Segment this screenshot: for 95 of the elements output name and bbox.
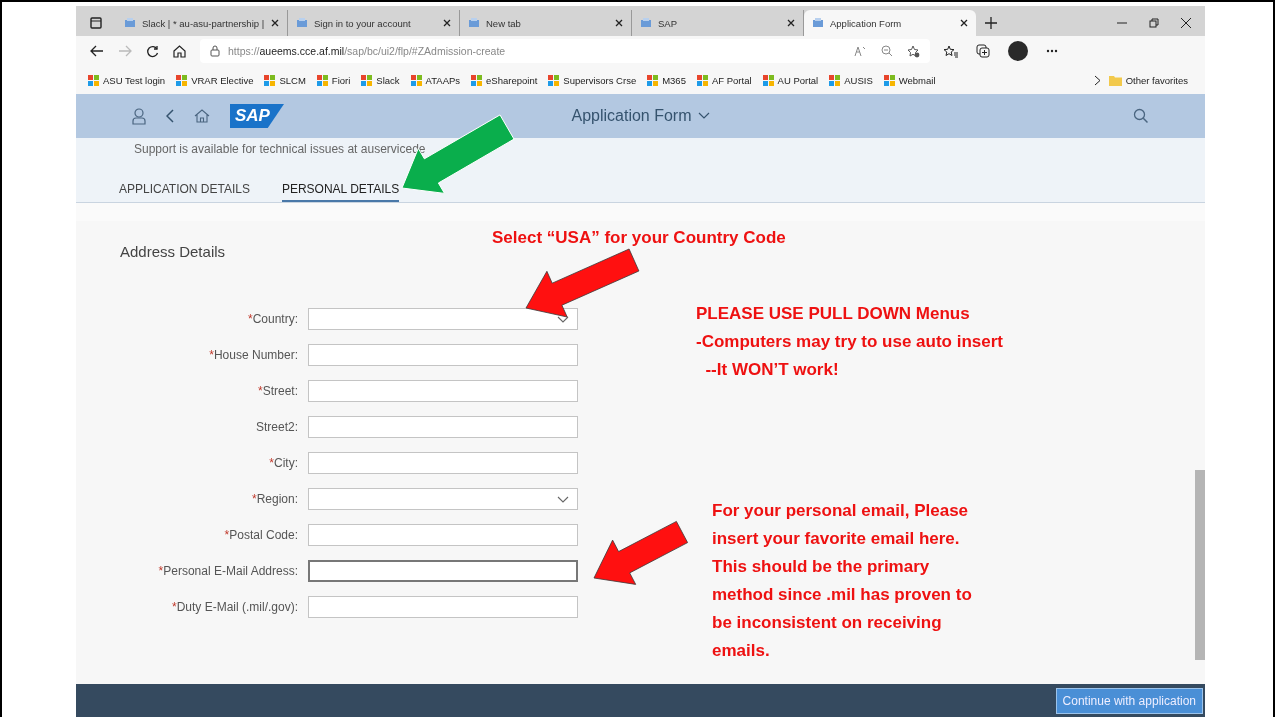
more-icon[interactable] [1046, 49, 1058, 53]
site-icon [124, 17, 136, 29]
site-icon [471, 74, 483, 86]
annotation-text: For your personal email, Please [712, 500, 970, 522]
field-label: *City: [268, 456, 298, 470]
annotation-text: Select “USA” for your Country Code [492, 227, 786, 249]
url-text: https://aueems.cce.af.mil/sap/bc/ui2/flp/#ZAdmission-create [228, 45, 506, 57]
favorite-link[interactable]: Webmail [883, 74, 936, 86]
input-field[interactable] [308, 560, 578, 582]
avatar[interactable] [1008, 41, 1028, 61]
input-field[interactable] [308, 416, 578, 438]
collections-icon[interactable] [976, 44, 990, 58]
annotation-text: --It WON’T work! [704, 359, 840, 381]
field-label: *House Number: [208, 348, 298, 362]
dropdown-field[interactable] [308, 488, 578, 510]
zoom-out-icon[interactable] [881, 44, 893, 57]
site-icon [361, 74, 373, 86]
field-label: *Country: [246, 312, 298, 326]
dropdown-field[interactable] [308, 308, 578, 330]
input-field[interactable] [308, 344, 578, 366]
favorite-link[interactable]: VRAR Elective [176, 74, 254, 86]
site-icon [640, 17, 652, 29]
favorite-link[interactable]: Fiori [316, 74, 351, 86]
annotation-text: method since .mil has proven to [712, 584, 972, 606]
logo[interactable]: SAP [230, 104, 284, 128]
user-icon[interactable] [132, 107, 146, 125]
favorite-link[interactable]: AU Portal [762, 74, 819, 86]
home-icon[interactable] [173, 44, 186, 58]
annotation-text: -Computers may try to use auto insert [696, 331, 1003, 353]
close-icon[interactable] [1181, 18, 1191, 28]
address-bar[interactable]: https://aueems.cce.af.mil/sap/bc/ui2/flp/#ZAdmission-create [200, 39, 930, 63]
chevron-down-icon [557, 495, 569, 503]
close-icon[interactable] [960, 19, 968, 27]
app-title-menu[interactable]: Application Form [571, 107, 710, 125]
annotation-text: be inconsistent on receiving [712, 612, 943, 634]
annotation-text: PLEASE USE PULL DOWN Menus [696, 303, 971, 325]
search-icon[interactable] [1133, 108, 1149, 124]
site-icon [829, 74, 841, 86]
field-label: *Postal Code: [223, 528, 298, 542]
site-icon [316, 74, 328, 86]
input-field[interactable] [308, 596, 578, 618]
scrollbar-thumb[interactable] [1195, 470, 1205, 660]
restore-icon[interactable] [1149, 18, 1159, 28]
favorites-folder[interactable]: Other favorites [1108, 74, 1188, 86]
site-icon [548, 74, 560, 86]
input-field[interactable] [308, 380, 578, 402]
annotation-text: emails. [712, 640, 771, 662]
browser-tab[interactable]: Application Form [804, 10, 976, 36]
favorite-link[interactable]: Slack [361, 74, 400, 86]
input-field[interactable] [308, 452, 578, 474]
favorite-link[interactable]: AUSIS [829, 74, 873, 86]
site-icon [647, 74, 659, 86]
close-icon[interactable] [271, 19, 279, 27]
read-aloud-icon[interactable] [854, 44, 867, 57]
refresh-icon[interactable] [146, 44, 159, 58]
back-icon[interactable] [90, 45, 104, 57]
favorite-link[interactable]: eSharepoint [471, 74, 538, 86]
lock-icon [210, 45, 220, 57]
site-icon [410, 74, 422, 86]
favorite-link[interactable]: ASU Test login [88, 74, 166, 86]
site-icon [264, 74, 276, 86]
site-icon [762, 74, 774, 86]
site-icon [883, 74, 895, 86]
support-text: Support is available for technical issues at auservicede [134, 142, 427, 156]
close-icon[interactable] [787, 19, 795, 27]
favorite-link[interactable]: AF Portal [696, 74, 752, 86]
folder-icon [1108, 74, 1122, 86]
chevron-down-icon [697, 112, 710, 120]
site-icon [176, 74, 188, 86]
field-label: *Region: [250, 492, 298, 506]
favorite-link[interactable]: ATAAPs [410, 74, 461, 86]
field-label: Street2: [254, 420, 298, 434]
star-add-icon[interactable] [907, 44, 920, 58]
section-title: Address Details [120, 243, 227, 260]
input-field[interactable] [308, 524, 578, 546]
site-icon [88, 74, 99, 86]
tab-actions-icon[interactable] [90, 17, 102, 29]
chevron-right-icon[interactable] [1093, 74, 1101, 86]
favorite-link[interactable]: Supervisors Crse [548, 74, 637, 86]
site-icon [812, 17, 824, 29]
field-label: *Personal E-Mail Address: [157, 564, 298, 578]
favorite-link[interactable]: M365 [647, 74, 686, 86]
annotation-text: This should be the primary [712, 556, 931, 578]
site-icon [468, 17, 480, 29]
section-tab[interactable]: APPLICATION DETAILS [119, 182, 250, 202]
site-icon [696, 74, 708, 86]
close-icon[interactable] [443, 19, 451, 27]
field-label: *Street: [256, 384, 298, 398]
annotation-text: insert your favorite email here. [712, 528, 961, 550]
new-tab-icon[interactable] [985, 17, 997, 29]
favorites-icon[interactable] [944, 44, 958, 58]
site-icon [296, 17, 308, 29]
favorite-link[interactable]: SLCM [264, 74, 306, 86]
close-icon[interactable] [615, 19, 623, 27]
field-label: *Duty E-Mail (.mil/.gov): [170, 600, 298, 614]
